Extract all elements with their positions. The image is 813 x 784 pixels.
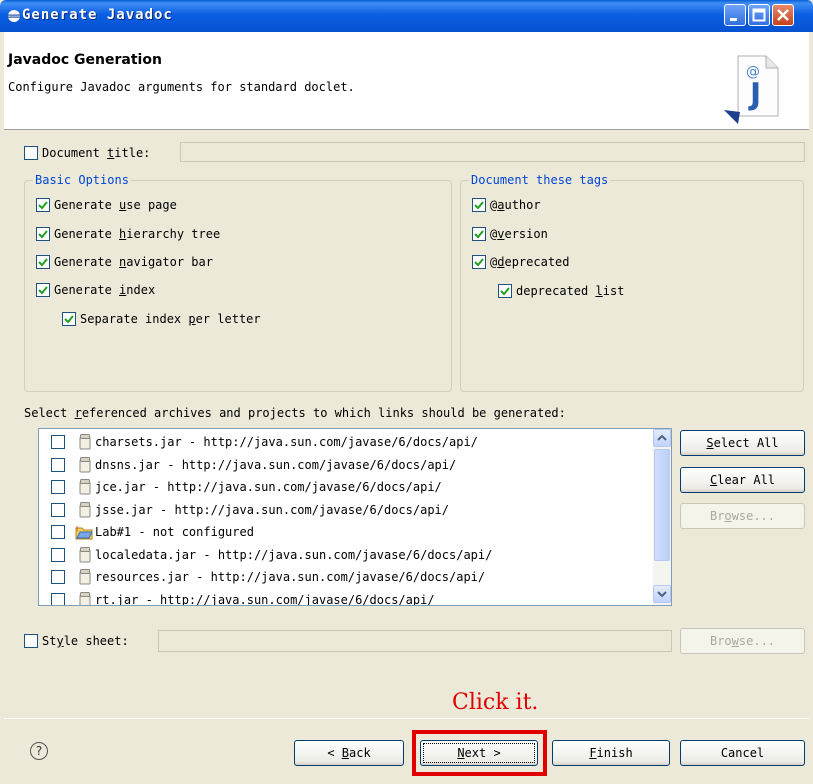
jar-icon <box>79 479 91 495</box>
list-item[interactable]: jce.jar - http://java.sun.com/javase/6/d… <box>39 476 651 498</box>
list-item-label: resources.jar - http://java.sun.com/java… <box>95 570 486 584</box>
scroll-up-button[interactable] <box>653 429 671 447</box>
list-item[interactable]: localedata.jar - http://java.sun.com/jav… <box>39 544 651 566</box>
list-item-checkbox[interactable] <box>51 592 65 605</box>
style-sheet-browse-button[interactable]: Browse... <box>680 628 805 654</box>
back-button[interactable]: < Back <box>294 740 404 766</box>
maximize-button[interactable] <box>748 4 770 26</box>
svg-text:!: ! <box>75 525 79 533</box>
document-title-checkbox[interactable] <box>24 146 38 160</box>
page-description: Configure Javadoc arguments for standard… <box>8 80 355 94</box>
jar-icon <box>79 569 91 585</box>
list-item-label: jce.jar - http://java.sun.com/javase/6/d… <box>95 480 442 494</box>
wizard-header: Javadoc Generation Configure Javadoc arg… <box>4 32 809 130</box>
list-item-label: localedata.jar - http://java.sun.com/jav… <box>95 547 493 562</box>
document-title-label: Document title: <box>42 146 151 160</box>
list-item[interactable]: dnsns.jar - http://java.sun.com/javase/6… <box>39 454 651 476</box>
list-item[interactable]: jsse.jar - http://java.sun.com/javase/6/… <box>39 499 651 521</box>
separate-index-per-letter-label: Separate index per letter <box>80 312 261 326</box>
style-sheet-label: Style sheet: <box>42 634 129 648</box>
style-sheet-checkbox[interactable] <box>24 634 38 648</box>
list-item[interactable]: resources.jar - http://java.sun.com/java… <box>39 566 651 588</box>
list-item-label: charsets.jar - http://java.sun.com/javas… <box>95 435 478 449</box>
list-item-checkbox[interactable] <box>51 525 65 539</box>
title-bar: Generate Javadoc <box>0 0 813 32</box>
eclipse-icon <box>7 9 21 23</box>
list-item-checkbox[interactable] <box>51 435 65 449</box>
generate-navigator-bar-label: Generate navigator bar <box>54 255 213 269</box>
generate-hierarchy-tree-checkbox[interactable] <box>36 227 50 241</box>
jar-icon <box>79 546 91 563</box>
finish-button[interactable]: Finish <box>552 740 670 766</box>
list-item[interactable]: ! Lab#1 - not configured <box>39 521 651 543</box>
scroll-thumb[interactable] <box>654 449 670 561</box>
close-button[interactable] <box>772 4 794 26</box>
page-title: Javadoc Generation <box>8 52 162 68</box>
style-sheet-input[interactable] <box>158 630 672 652</box>
generate-use-page-checkbox[interactable] <box>36 198 50 212</box>
footer-separator <box>4 718 809 719</box>
jar-icon <box>79 501 91 518</box>
minimize-button[interactable] <box>724 4 746 26</box>
list-item-label: Lab#1 - not configured <box>95 525 254 539</box>
generate-index-checkbox[interactable] <box>36 283 50 297</box>
separate-index-per-letter-checkbox[interactable] <box>62 312 76 326</box>
list-item-label: rt.jar - http://java.sun.com/javase/6/do… <box>95 592 435 606</box>
archives-list[interactable]: charsets.jar - http://java.sun.com/javas… <box>38 428 672 606</box>
tag-deprecated-list-checkbox[interactable] <box>498 284 512 298</box>
archives-label: Select referenced archives and projects … <box>24 406 566 420</box>
browse-archive-button[interactable]: Browse... <box>680 503 805 529</box>
generate-use-page-label: Generate use page <box>54 198 177 212</box>
jar-icon <box>79 591 91 605</box>
window-title: Generate Javadoc <box>22 7 173 23</box>
list-item-label: dnsns.jar - http://java.sun.com/javase/6… <box>95 457 457 472</box>
list-item-checkbox[interactable] <box>51 547 65 562</box>
document-title-input[interactable] <box>180 142 805 162</box>
clear-all-button[interactable]: Clear All <box>680 467 805 493</box>
help-icon[interactable]: ? <box>30 742 48 760</box>
tag-author-label: @author <box>490 198 541 212</box>
generate-navigator-bar-checkbox[interactable] <box>36 255 50 269</box>
tag-deprecated-label: @deprecated <box>490 255 570 269</box>
tag-deprecated-checkbox[interactable] <box>472 255 486 269</box>
generate-index-label: Generate index <box>54 283 156 297</box>
cancel-button[interactable]: Cancel <box>680 740 805 766</box>
scroll-down-button[interactable] <box>653 585 671 603</box>
list-item-checkbox[interactable] <box>51 480 65 494</box>
generate-hierarchy-tree-label: Generate hierarchy tree <box>54 227 221 241</box>
document-tags-legend: Document these tags <box>469 173 611 187</box>
svg-text:J: J <box>748 77 761 112</box>
list-item[interactable]: charsets.jar - http://java.sun.com/javas… <box>39 431 651 453</box>
javadoc-wizard-icon: @ J <box>724 52 784 124</box>
select-all-button[interactable]: Select All <box>680 430 805 456</box>
click-annotation: Click it. <box>452 690 539 715</box>
list-item[interactable]: rt.jar - http://java.sun.com/javase/6/do… <box>39 589 651 606</box>
tag-version-label: @version <box>490 227 548 241</box>
tag-deprecated-list-label: deprecated list <box>516 284 625 298</box>
project-folder-icon: ! <box>75 524 93 540</box>
next-highlight-box <box>412 730 547 776</box>
list-item-checkbox[interactable] <box>51 502 65 517</box>
archives-scrollbar[interactable] <box>653 429 671 605</box>
list-item-label: jsse.jar - http://java.sun.com/javase/6/… <box>95 502 450 517</box>
tag-version-checkbox[interactable] <box>472 227 486 241</box>
list-item-checkbox[interactable] <box>51 570 65 584</box>
jar-icon <box>79 434 91 450</box>
basic-options-legend: Basic Options <box>33 173 131 187</box>
tag-author-checkbox[interactable] <box>472 198 486 212</box>
list-item-checkbox[interactable] <box>51 457 65 472</box>
jar-icon <box>79 456 91 473</box>
